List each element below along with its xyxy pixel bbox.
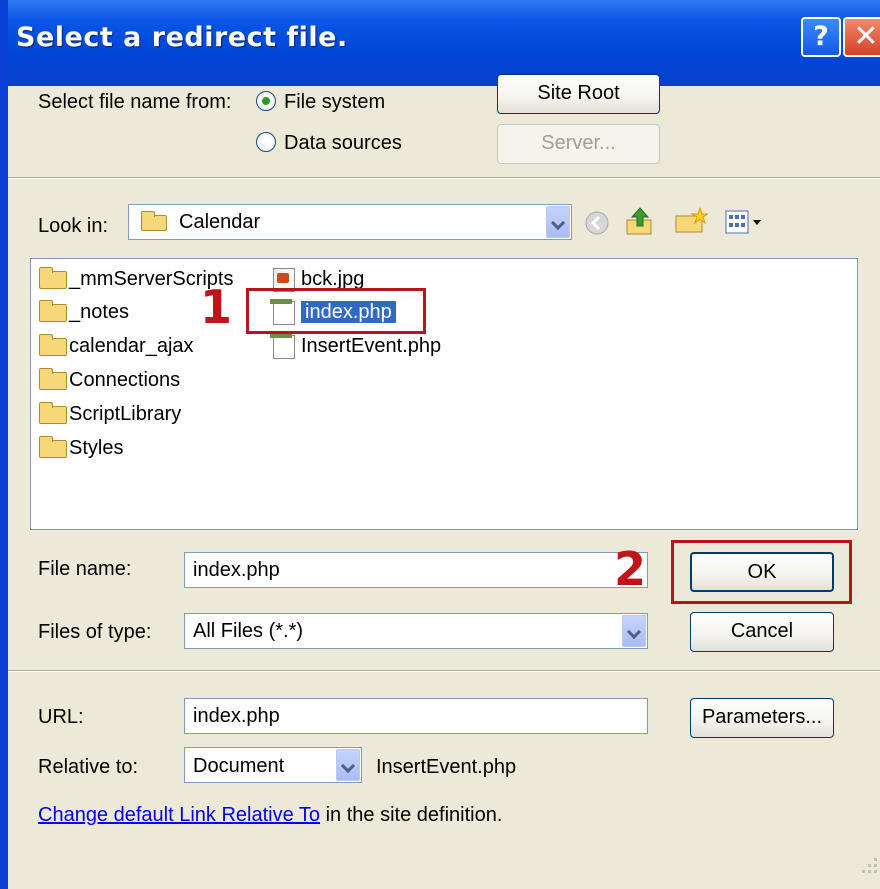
chevron-down-icon[interactable] <box>622 615 646 647</box>
url-label: URL: <box>38 706 84 728</box>
file-name: bck.jpg <box>301 268 365 290</box>
folder-name: calendar_ajax <box>69 335 194 357</box>
up-folder-icon[interactable] <box>624 206 656 238</box>
folder-icon <box>39 402 67 424</box>
dialog-title: Select a redirect file. <box>16 22 348 53</box>
url-input[interactable]: index.php <box>184 698 648 734</box>
file-name-input[interactable]: index.php <box>184 552 648 588</box>
view-menu-icon[interactable] <box>724 208 766 236</box>
ok-button[interactable]: OK <box>690 552 834 592</box>
link-suffix-text: in the site definition. <box>320 804 503 826</box>
separator-top <box>8 177 880 179</box>
data-sources-label[interactable]: Data sources <box>284 132 402 155</box>
folder-item[interactable]: ScriptLibrary <box>37 400 181 428</box>
file-name: InsertEvent.php <box>301 335 442 357</box>
file-system-label[interactable]: File system <box>284 91 385 114</box>
files-of-type-label: Files of type: <box>38 621 152 643</box>
chevron-down-icon[interactable] <box>336 749 360 781</box>
folder-item[interactable]: Connections <box>37 366 180 394</box>
separator-bottom <box>8 670 880 672</box>
file-item[interactable]: InsertEvent.php <box>269 332 441 360</box>
close-button[interactable]: ✕ <box>843 17 880 57</box>
chevron-down-icon[interactable] <box>546 206 570 238</box>
folder-icon <box>39 300 67 322</box>
folder-name: ScriptLibrary <box>69 403 182 425</box>
relative-to-dropdown[interactable]: Document <box>184 747 362 783</box>
relative-file-name: InsertEvent.php <box>376 756 517 778</box>
close-icon: ✕ <box>853 19 879 54</box>
relative-to-label: Relative to: <box>38 756 139 778</box>
folder-name: Connections <box>69 369 181 391</box>
data-sources-radio[interactable] <box>256 132 276 152</box>
folder-item[interactable]: Styles <box>37 434 123 462</box>
look-in-label: Look in: <box>38 215 109 237</box>
folder-icon <box>141 211 167 231</box>
look-in-value: Calendar <box>179 211 261 233</box>
folder-icon <box>39 334 67 356</box>
help-button[interactable]: ? <box>801 17 841 57</box>
back-icon[interactable] <box>584 210 610 236</box>
link-row: Change default Link Relative To in the s… <box>38 804 502 827</box>
title-bar[interactable]: Select a redirect file. ? ✕ <box>8 0 880 86</box>
cancel-button[interactable]: Cancel <box>690 612 834 652</box>
select-redirect-file-dialog: Select a redirect file. ? ✕ Select file … <box>0 0 880 889</box>
file-system-radio[interactable] <box>256 91 276 111</box>
folder-name: _notes <box>69 301 130 323</box>
folder-icon <box>39 368 67 390</box>
annotation-marker-1: 1 <box>200 280 233 334</box>
files-of-type-dropdown[interactable]: All Files (*.*) <box>184 613 648 649</box>
folder-name: Styles <box>69 437 124 459</box>
folder-icon <box>39 436 67 458</box>
file-name-label: File name: <box>38 558 132 580</box>
resize-grip-icon[interactable] <box>852 852 880 880</box>
annotation-marker-2: 2 <box>614 542 647 596</box>
php-file-icon <box>270 333 295 359</box>
folder-item[interactable]: calendar_ajax <box>37 332 194 360</box>
files-of-type-value: All Files (*.*) <box>193 620 304 642</box>
folder-icon <box>39 267 67 289</box>
select-file-name-from-label: Select file name from: <box>38 91 232 113</box>
folder-item[interactable]: _notes <box>37 298 129 326</box>
file-list[interactable]: _mmServerScripts _notes calendar_ajax Co… <box>30 258 858 530</box>
change-default-link-relative-to-link[interactable]: Change default Link Relative To <box>38 804 320 826</box>
help-icon: ? <box>813 21 829 52</box>
look-in-dropdown[interactable]: Calendar <box>128 204 572 240</box>
server-button[interactable]: Server... <box>497 124 660 164</box>
relative-to-value: Document <box>193 755 285 777</box>
site-root-button[interactable]: Site Root <box>497 74 660 114</box>
parameters-button[interactable]: Parameters... <box>690 698 834 738</box>
annotation-box-1 <box>246 288 426 334</box>
radio-selected-dot <box>262 97 270 105</box>
new-folder-icon[interactable] <box>674 206 708 236</box>
